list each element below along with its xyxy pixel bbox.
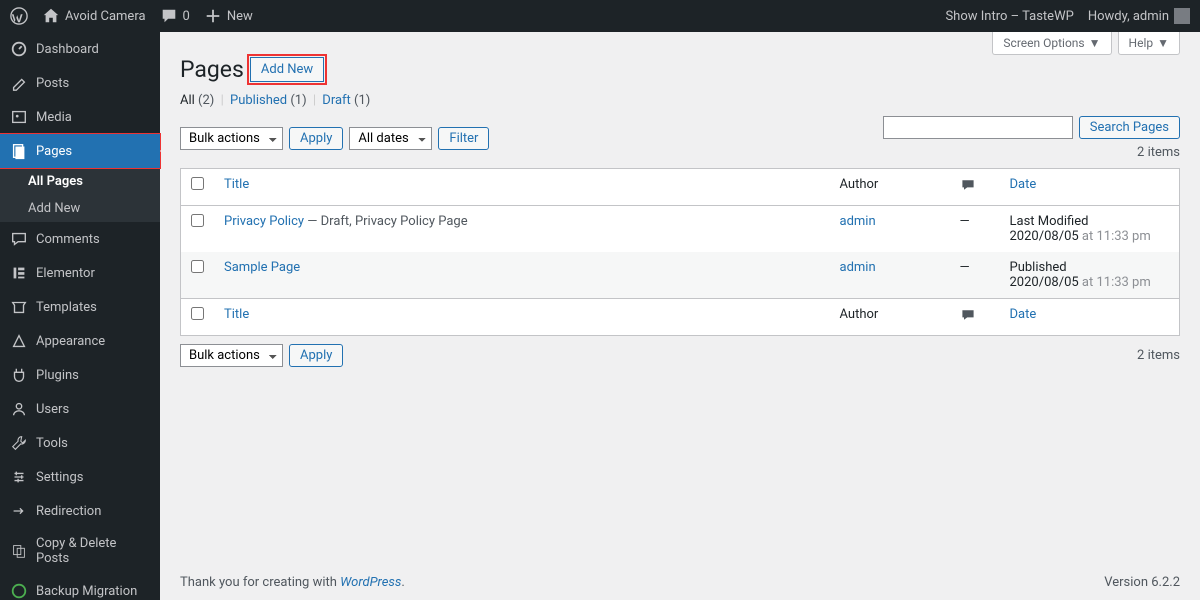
- sidebar-item-posts[interactable]: Posts: [0, 66, 160, 100]
- sidebar-item-label: Users: [36, 402, 69, 417]
- row-date-time: at 11:33 pm: [1079, 229, 1151, 244]
- search-input[interactable]: [883, 116, 1073, 139]
- col-title[interactable]: Title: [224, 307, 249, 322]
- sidebar-item-appearance[interactable]: Appearance: [0, 324, 160, 358]
- items-count-bottom: 2 items: [1137, 348, 1180, 363]
- sidebar-item-label: Plugins: [36, 368, 79, 383]
- sidebar-item-plugins[interactable]: Plugins: [0, 358, 160, 392]
- row-date-value: 2020/08/05: [1010, 275, 1079, 290]
- sidebar-item-label: Comments: [36, 232, 100, 247]
- comments-link[interactable]: 0: [160, 7, 190, 25]
- bulk-actions-select[interactable]: Bulk actions: [180, 127, 283, 150]
- row-author-link[interactable]: admin: [840, 214, 876, 229]
- row-date-status: Published: [1010, 260, 1067, 275]
- row-author-link[interactable]: admin: [840, 260, 876, 275]
- sidebar-item-dashboard[interactable]: Dashboard: [0, 32, 160, 66]
- sidebar-item-label: Elementor: [36, 266, 95, 281]
- site-name[interactable]: Avoid Camera: [42, 7, 146, 25]
- sidebar-item-backup[interactable]: Backup Migration: [0, 574, 160, 600]
- row-title-link[interactable]: Sample Page: [224, 260, 300, 275]
- filter-published[interactable]: Published: [230, 93, 287, 108]
- row-title-link[interactable]: Privacy Policy: [224, 214, 304, 229]
- filter-draft[interactable]: Draft: [322, 93, 351, 108]
- page-title: Pages: [180, 56, 244, 83]
- items-count: 2 items: [1137, 145, 1180, 160]
- filter-all[interactable]: All: [180, 93, 195, 108]
- comment-icon: [960, 307, 976, 323]
- select-all-checkbox[interactable]: [191, 177, 204, 190]
- comment-icon: [960, 177, 976, 193]
- col-date[interactable]: Date: [1010, 307, 1037, 322]
- select-all-checkbox-bottom[interactable]: [191, 307, 204, 320]
- sidebar-item-tools[interactable]: Tools: [0, 426, 160, 460]
- sidebar-item-label: Dashboard: [36, 42, 99, 57]
- apply-button[interactable]: Apply: [289, 127, 343, 150]
- row-comments: —: [950, 206, 1000, 253]
- filter-button[interactable]: Filter: [438, 127, 489, 150]
- table-row: Sample Page admin — Published2020/08/05 …: [181, 252, 1180, 299]
- sidebar-item-label: Settings: [36, 470, 83, 485]
- sidebar-item-label: Redirection: [36, 504, 101, 519]
- sidebar-item-label: Copy & Delete Posts: [36, 536, 150, 566]
- table-row: Privacy Policy — Draft, Privacy Policy P…: [181, 206, 1180, 253]
- filter-links: All (2) | Published (1) | Draft (1): [180, 93, 1180, 108]
- show-intro[interactable]: Show Intro – TasteWP: [945, 9, 1073, 24]
- sidebar-item-label: Templates: [36, 300, 97, 315]
- row-checkbox[interactable]: [191, 260, 204, 273]
- sidebar-item-label: Pages: [36, 144, 72, 159]
- row-date-value: 2020/08/05: [1010, 229, 1079, 244]
- new-content[interactable]: New: [204, 7, 253, 25]
- wordpress-link[interactable]: WordPress: [340, 575, 401, 590]
- help-toggle[interactable]: Help ▼: [1118, 32, 1180, 55]
- howdy-label: Howdy, admin: [1088, 9, 1169, 24]
- sidebar-item-media[interactable]: Media: [0, 100, 160, 134]
- search-button[interactable]: Search Pages: [1079, 116, 1180, 139]
- wp-logo[interactable]: [10, 7, 28, 25]
- row-state: — Draft, Privacy Policy Page: [304, 214, 468, 229]
- sidebar-submenu-all-pages[interactable]: All Pages: [0, 168, 160, 195]
- sidebar-item-label: Backup Migration: [36, 584, 137, 599]
- add-new-button[interactable]: Add New: [250, 57, 324, 82]
- row-comments: —: [950, 252, 1000, 299]
- site-name-label: Avoid Camera: [65, 9, 146, 24]
- sidebar-item-redirection[interactable]: Redirection: [0, 494, 160, 528]
- sidebar-item-comments[interactable]: Comments: [0, 222, 160, 256]
- sidebar-item-label: Tools: [36, 436, 68, 451]
- howdy-account[interactable]: Howdy, admin: [1088, 8, 1190, 24]
- sidebar-item-elementor[interactable]: Elementor: [0, 256, 160, 290]
- dates-select[interactable]: All dates: [349, 127, 432, 150]
- comments-count: 0: [183, 9, 190, 24]
- sidebar-item-templates[interactable]: Templates: [0, 290, 160, 324]
- row-date-time: at 11:33 pm: [1079, 275, 1151, 290]
- sidebar-item-label: Media: [36, 110, 72, 125]
- row-date-status: Last Modified: [1010, 214, 1089, 229]
- col-author: Author: [830, 299, 950, 336]
- row-checkbox[interactable]: [191, 214, 204, 227]
- bulk-actions-select-bottom[interactable]: Bulk actions: [180, 344, 283, 367]
- sidebar-item-label: Posts: [36, 76, 69, 91]
- col-date[interactable]: Date: [1010, 177, 1037, 192]
- sidebar-submenu-add-new[interactable]: Add New: [0, 195, 160, 222]
- footer-thanks: Thank you for creating with WordPress.: [180, 575, 405, 590]
- avatar: [1174, 8, 1190, 24]
- footer-version: Version 6.2.2: [1104, 575, 1180, 590]
- new-label: New: [227, 9, 253, 24]
- col-author: Author: [830, 169, 950, 206]
- sidebar-item-copy-delete[interactable]: Copy & Delete Posts: [0, 528, 160, 574]
- screen-options-toggle[interactable]: Screen Options ▼: [992, 32, 1111, 55]
- apply-button-bottom[interactable]: Apply: [289, 344, 343, 367]
- sidebar-item-settings[interactable]: Settings: [0, 460, 160, 494]
- sidebar-item-label: Appearance: [36, 334, 105, 349]
- sidebar-item-pages[interactable]: Pages: [0, 134, 160, 168]
- sidebar-item-users[interactable]: Users: [0, 392, 160, 426]
- col-title[interactable]: Title: [224, 177, 249, 192]
